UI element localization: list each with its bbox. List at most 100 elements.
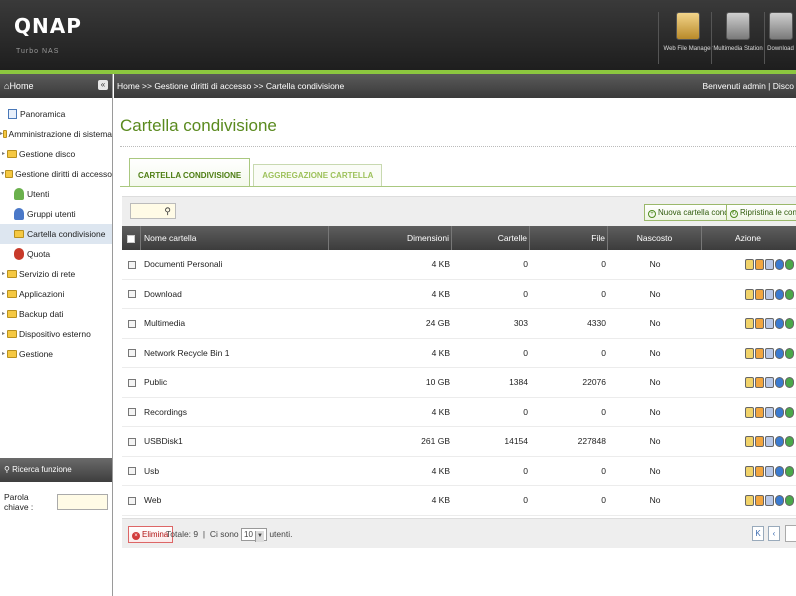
sidebar-item-servizio-rete[interactable]: ▸ Servizio di rete	[0, 264, 112, 284]
expand-arrow-icon[interactable]: ▸	[0, 264, 7, 284]
edit-icon[interactable]	[745, 465, 754, 477]
row-checkbox[interactable]	[127, 408, 136, 417]
edit-icon[interactable]	[745, 495, 754, 507]
keyword-input[interactable]	[57, 494, 108, 510]
user-permission-icon[interactable]	[755, 495, 764, 507]
refresh-icon[interactable]	[785, 436, 794, 448]
row-checkbox[interactable]	[127, 467, 136, 476]
collapse-sidebar-button[interactable]: «	[98, 80, 108, 90]
sidebar-item-gruppi-utenti[interactable]: Gruppi utenti	[0, 204, 112, 224]
web-access-icon[interactable]	[775, 347, 784, 359]
web-access-icon[interactable]	[775, 436, 784, 448]
restore-shares-button[interactable]: ↻Ripristina le condivisioni	[726, 204, 796, 221]
sidebar-item-gestione-disco[interactable]: ▸ Gestione disco	[0, 144, 112, 164]
expand-arrow-icon[interactable]: ▸	[0, 344, 7, 364]
refresh-icon[interactable]	[785, 288, 794, 300]
nfs-icon[interactable]	[765, 377, 774, 389]
edit-icon[interactable]	[745, 406, 754, 418]
web-access-icon[interactable]	[775, 288, 784, 300]
sidebar-item-cartella-condivisione[interactable]: Cartella condivisione	[0, 224, 112, 244]
refresh-icon[interactable]	[785, 495, 794, 507]
table-row[interactable]: Public 10 GB 1384 22076 No	[122, 368, 796, 398]
refresh-icon[interactable]	[785, 377, 794, 389]
row-checkbox[interactable]	[127, 378, 136, 387]
nfs-icon[interactable]	[765, 318, 774, 330]
expand-arrow-icon[interactable]: ▸	[0, 284, 7, 304]
user-permission-icon[interactable]	[755, 347, 764, 359]
col-header-nascosto[interactable]: Nascosto	[608, 226, 702, 250]
edit-icon[interactable]	[745, 347, 754, 359]
user-permission-icon[interactable]	[755, 259, 764, 271]
row-checkbox[interactable]	[127, 437, 136, 446]
user-permission-icon[interactable]	[755, 377, 764, 389]
sidebar-item-dispositivo-esterno[interactable]: ▸ Dispositivo esterno	[0, 324, 112, 344]
refresh-icon[interactable]	[785, 406, 794, 418]
sidebar-item-backup-dati[interactable]: ▸ Backup dati	[0, 304, 112, 324]
row-checkbox[interactable]	[127, 349, 136, 358]
sidebar-item-quota[interactable]: Quota	[0, 244, 112, 264]
tab-cartella-condivisione[interactable]: CARTELLA CONDIVISIONE	[129, 158, 251, 186]
refresh-icon[interactable]	[785, 465, 794, 477]
download-station-button[interactable]: Download	[765, 10, 796, 66]
sidebar-item-panoramica[interactable]: Panoramica	[0, 104, 112, 124]
edit-icon[interactable]	[745, 288, 754, 300]
page-number-input[interactable]	[785, 525, 796, 542]
refresh-icon[interactable]	[785, 259, 794, 271]
table-row[interactable]: Download 4 KB 0 0 No	[122, 280, 796, 309]
col-header-nome[interactable]: Nome cartella	[141, 226, 329, 250]
user-permission-icon[interactable]	[755, 465, 764, 477]
expand-arrow-icon[interactable]: ▸	[0, 324, 7, 344]
select-all-checkbox[interactable]	[127, 234, 135, 243]
table-row[interactable]: Multimedia 24 GB 303 4330 No	[122, 309, 796, 339]
table-row[interactable]: USBDisk1 261 GB 14154 227848 No	[122, 427, 796, 457]
web-access-icon[interactable]	[775, 318, 784, 330]
refresh-icon[interactable]	[785, 318, 794, 330]
expand-arrow-icon[interactable]: ▸	[0, 304, 7, 324]
sidebar-item-diritti-accesso[interactable]: ▾ Gestione diritti di accesso	[0, 164, 112, 184]
row-checkbox[interactable]	[127, 290, 136, 299]
nfs-icon[interactable]	[765, 406, 774, 418]
web-file-manager-button[interactable]: Web File Manager	[662, 10, 714, 66]
table-row[interactable]: Network Recycle Bin 1 4 KB 0 0 No	[122, 339, 796, 368]
table-row[interactable]: Recordings 4 KB 0 0 No	[122, 398, 796, 427]
expand-arrow-icon[interactable]: ▸	[0, 144, 7, 164]
col-header-cartelle[interactable]: Cartelle	[452, 226, 530, 250]
multimedia-station-button[interactable]: Multimedia Station	[712, 10, 764, 66]
tab-aggregazione-cartella[interactable]: AGGREGAZIONE CARTELLA	[253, 164, 383, 186]
filter-input[interactable]: ⚲	[130, 203, 176, 219]
col-header-file[interactable]: File	[530, 226, 608, 250]
table-row[interactable]: Web 4 KB 0 0 No	[122, 486, 796, 516]
nfs-icon[interactable]	[765, 288, 774, 300]
refresh-icon[interactable]	[785, 347, 794, 359]
row-checkbox[interactable]	[127, 319, 136, 328]
user-permission-icon[interactable]	[755, 318, 764, 330]
sidebar-item-applicazioni[interactable]: ▸ Applicazioni	[0, 284, 112, 304]
table-row[interactable]: Usb 4 KB 0 0 No	[122, 457, 796, 486]
table-row[interactable]: Documenti Personali 4 KB 0 0 No	[122, 250, 796, 280]
welcome-text[interactable]: Benvenuti admin | Disco	[702, 74, 794, 98]
nfs-icon[interactable]	[765, 465, 774, 477]
user-permission-icon[interactable]	[755, 436, 764, 448]
sidebar-item-gestione[interactable]: ▸ Gestione	[0, 344, 112, 364]
user-permission-icon[interactable]	[755, 288, 764, 300]
edit-icon[interactable]	[745, 318, 754, 330]
edit-icon[interactable]	[745, 436, 754, 448]
web-access-icon[interactable]	[775, 259, 784, 271]
sidebar-item-utenti[interactable]: Utenti	[0, 184, 112, 204]
nfs-icon[interactable]	[765, 259, 774, 271]
user-permission-icon[interactable]	[755, 406, 764, 418]
row-checkbox[interactable]	[127, 260, 136, 269]
sidebar-item-amministrazione[interactable]: ▸ Amministrazione di sistema	[0, 124, 112, 144]
nfs-icon[interactable]	[765, 495, 774, 507]
breadcrumb[interactable]: Home >> Gestione diritti di accesso >> C…	[117, 81, 344, 91]
nfs-icon[interactable]	[765, 347, 774, 359]
row-checkbox[interactable]	[127, 496, 136, 505]
first-page-button[interactable]: K	[752, 526, 764, 541]
web-access-icon[interactable]	[775, 495, 784, 507]
edit-icon[interactable]	[745, 377, 754, 389]
web-access-icon[interactable]	[775, 465, 784, 477]
per-page-select[interactable]: 10 ▼	[241, 528, 267, 543]
prev-page-button[interactable]: ‹	[768, 526, 780, 541]
web-access-icon[interactable]	[775, 377, 784, 389]
web-access-icon[interactable]	[775, 406, 784, 418]
